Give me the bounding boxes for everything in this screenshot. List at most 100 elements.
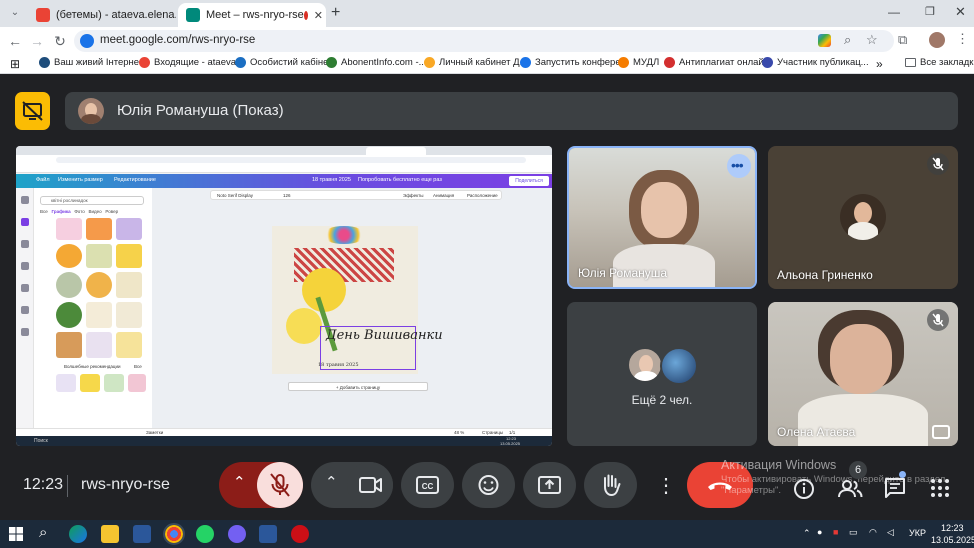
url-text[interactable]: meet.google.com/rws-nryo-rse [100,34,255,46]
participant-tile-others[interactable]: Ещё 2 чел. [567,302,757,446]
all-bookmarks[interactable]: Все закладки [905,57,974,68]
participant-tile-olena[interactable]: Олена Атаєва [768,302,958,446]
new-tab-button[interactable]: + [331,4,340,22]
extensions-icon[interactable]: ⧉ [898,32,907,48]
apps-grid-icon[interactable]: ⊞ [10,57,20,71]
captions-button[interactable]: CC [401,462,454,508]
bookmark-item[interactable]: Антиплагиат онлай... [664,57,772,68]
canva-notes-button[interactable]: Заметки [146,430,163,435]
windows-start-icon[interactable] [9,527,23,541]
canva-pages-button[interactable]: Страницы [482,430,503,435]
canva-add-page-button[interactable]: + Добавить страницу [288,382,428,391]
canva-animation-button[interactable]: Анимация [433,193,454,198]
more-bookmarks-icon[interactable]: » [876,57,883,71]
zoom-icon[interactable]: ⌕ [844,32,851,48]
meeting-details-button[interactable] [787,462,821,508]
canva-subtitle-text[interactable]: 18 травня 2025 [318,362,359,368]
bookmark-item[interactable]: Особистий кабінет [235,57,332,68]
reload-icon[interactable]: ↻ [51,32,69,50]
raise-hand-button[interactable] [584,462,637,508]
reactions-button[interactable] [462,462,515,508]
canva-file-menu[interactable]: Файл [36,177,50,183]
close-tab-icon[interactable]: ✕ [308,9,323,22]
bookmark-item[interactable]: Входящие - ataeva... [139,57,244,68]
minimize-icon[interactable]: — [888,5,900,19]
chrome-icon[interactable] [163,523,185,545]
taskbar-date[interactable]: 13.05.2025 [931,535,974,545]
canva-all-link[interactable]: Все [134,364,142,369]
pip-icon[interactable] [932,425,950,439]
taskbar-time[interactable]: 12:23 [941,523,964,533]
tab-meet[interactable]: Meet – rws-nryo-rse ✕ [178,3,326,27]
viber-icon[interactable] [228,525,246,543]
bookmark-star-icon[interactable]: ☆ [866,32,878,48]
canva-design-page[interactable]: День Вишиванки 18 травня 2025 [272,226,443,374]
present-now-button[interactable] [523,462,576,508]
canva-share-button[interactable]: Поделиться [509,176,549,186]
present-screen-icon [538,476,561,494]
tray-mic-icon[interactable]: ● [817,527,822,537]
profile-avatar[interactable] [929,32,945,48]
canva-doc-title[interactable]: 18 травня 2025 [312,177,351,183]
bookmark-item[interactable]: МУДЛ [618,57,659,68]
microphone-toggle-button[interactable] [257,462,303,508]
store-icon[interactable] [133,525,151,543]
presentation-indicator-button[interactable] [15,92,50,130]
shared-screen[interactable]: Файл Изменить размер Редактирование 18 т… [16,146,552,446]
camera-toggle-button[interactable] [347,462,393,508]
forward-icon[interactable]: → [28,32,46,50]
edge-icon[interactable] [69,525,87,543]
canva-search-input[interactable]: квітні рослинадок [40,196,144,205]
search-icon[interactable]: ⌕ [39,524,47,541]
tray-chevron-icon[interactable]: ⌃ [803,528,811,539]
canva-try-free[interactable]: Попробовать бесплатно еще раз [358,177,442,183]
moodle-icon [618,57,629,68]
tray-app-icon[interactable]: ■ [833,527,838,537]
participant-tile-alona[interactable]: Альона Гриненко [768,146,958,289]
video-options-chevron-icon[interactable]: ⌃ [325,473,338,491]
word-icon[interactable] [259,525,277,543]
canva-magic-recs[interactable]: Волшебные рекомендации [64,364,121,369]
canva-position-button[interactable]: Расположение [467,193,498,198]
canva-resize-menu[interactable]: Изменить размер [58,177,103,183]
canva-font-select[interactable]: Noto Serif Display [217,193,253,198]
tray-wifi-icon[interactable]: ◠ [869,527,877,538]
audio-options-chevron-icon[interactable]: ⌃ [233,473,246,491]
close-window-icon[interactable]: ✕ [955,4,966,20]
bookmark-item[interactable]: Запустить конфере... [520,57,629,68]
chat-button[interactable] [878,462,912,508]
tray-network-icon[interactable]: ▭ [849,527,858,538]
tab-inbox[interactable]: (бетемы) - ataeva.elena.uipac ✕ [28,3,176,27]
people-button[interactable]: 6 [832,461,868,508]
tray-volume-icon[interactable]: ◁ [887,527,894,538]
canva-title-text[interactable]: День Вишиванки [326,329,443,342]
more-options-button[interactable]: ⋮ [643,462,681,508]
canva-effects-button[interactable]: Эффекты [403,193,423,198]
back-icon[interactable]: ← [6,32,24,50]
maximize-icon[interactable]: ❐ [925,5,935,18]
participant-tile-yuliia[interactable]: ••• Юлія Романуша [567,146,757,289]
whatsapp-icon[interactable] [196,525,214,543]
canva-font-size[interactable]: 126 [283,193,291,198]
input-language[interactable]: УКР [909,528,926,538]
bookmark-item[interactable]: Личный кабинет Д... [424,57,527,68]
tab-search-icon[interactable]: ⌄ [6,4,24,22]
menu-dots-icon[interactable]: ⋮ [956,31,969,47]
canva-side-tabs[interactable]: Все Графика Фото Видео Ровер [40,209,118,214]
more-options-button[interactable]: ••• [727,154,751,178]
participants-count-badge: 6 [849,461,867,479]
canva-edit-menu[interactable]: Редактирование [114,177,156,183]
participant-name: Олена Атаєва [777,425,856,439]
omnibox[interactable]: meet.google.com/rws-nryo-rse ⌕ ☆ [74,30,894,52]
canva-zoom-level[interactable]: 48 % [454,430,464,435]
activities-button[interactable] [922,462,958,508]
site-info-icon[interactable] [80,34,94,48]
bookmark-item[interactable]: AbonentInfo.com -... [326,57,427,68]
meet-extension-icon[interactable] [818,34,831,47]
file-explorer-icon[interactable] [101,525,119,543]
bookmark-item[interactable]: Участник публикац... [762,57,869,68]
bookmark-item[interactable]: Ваш живий Інтерне... [39,57,147,68]
participant-name: Альона Гриненко [777,268,873,282]
present-screen-off-icon [22,101,43,121]
opera-icon[interactable] [291,525,309,543]
